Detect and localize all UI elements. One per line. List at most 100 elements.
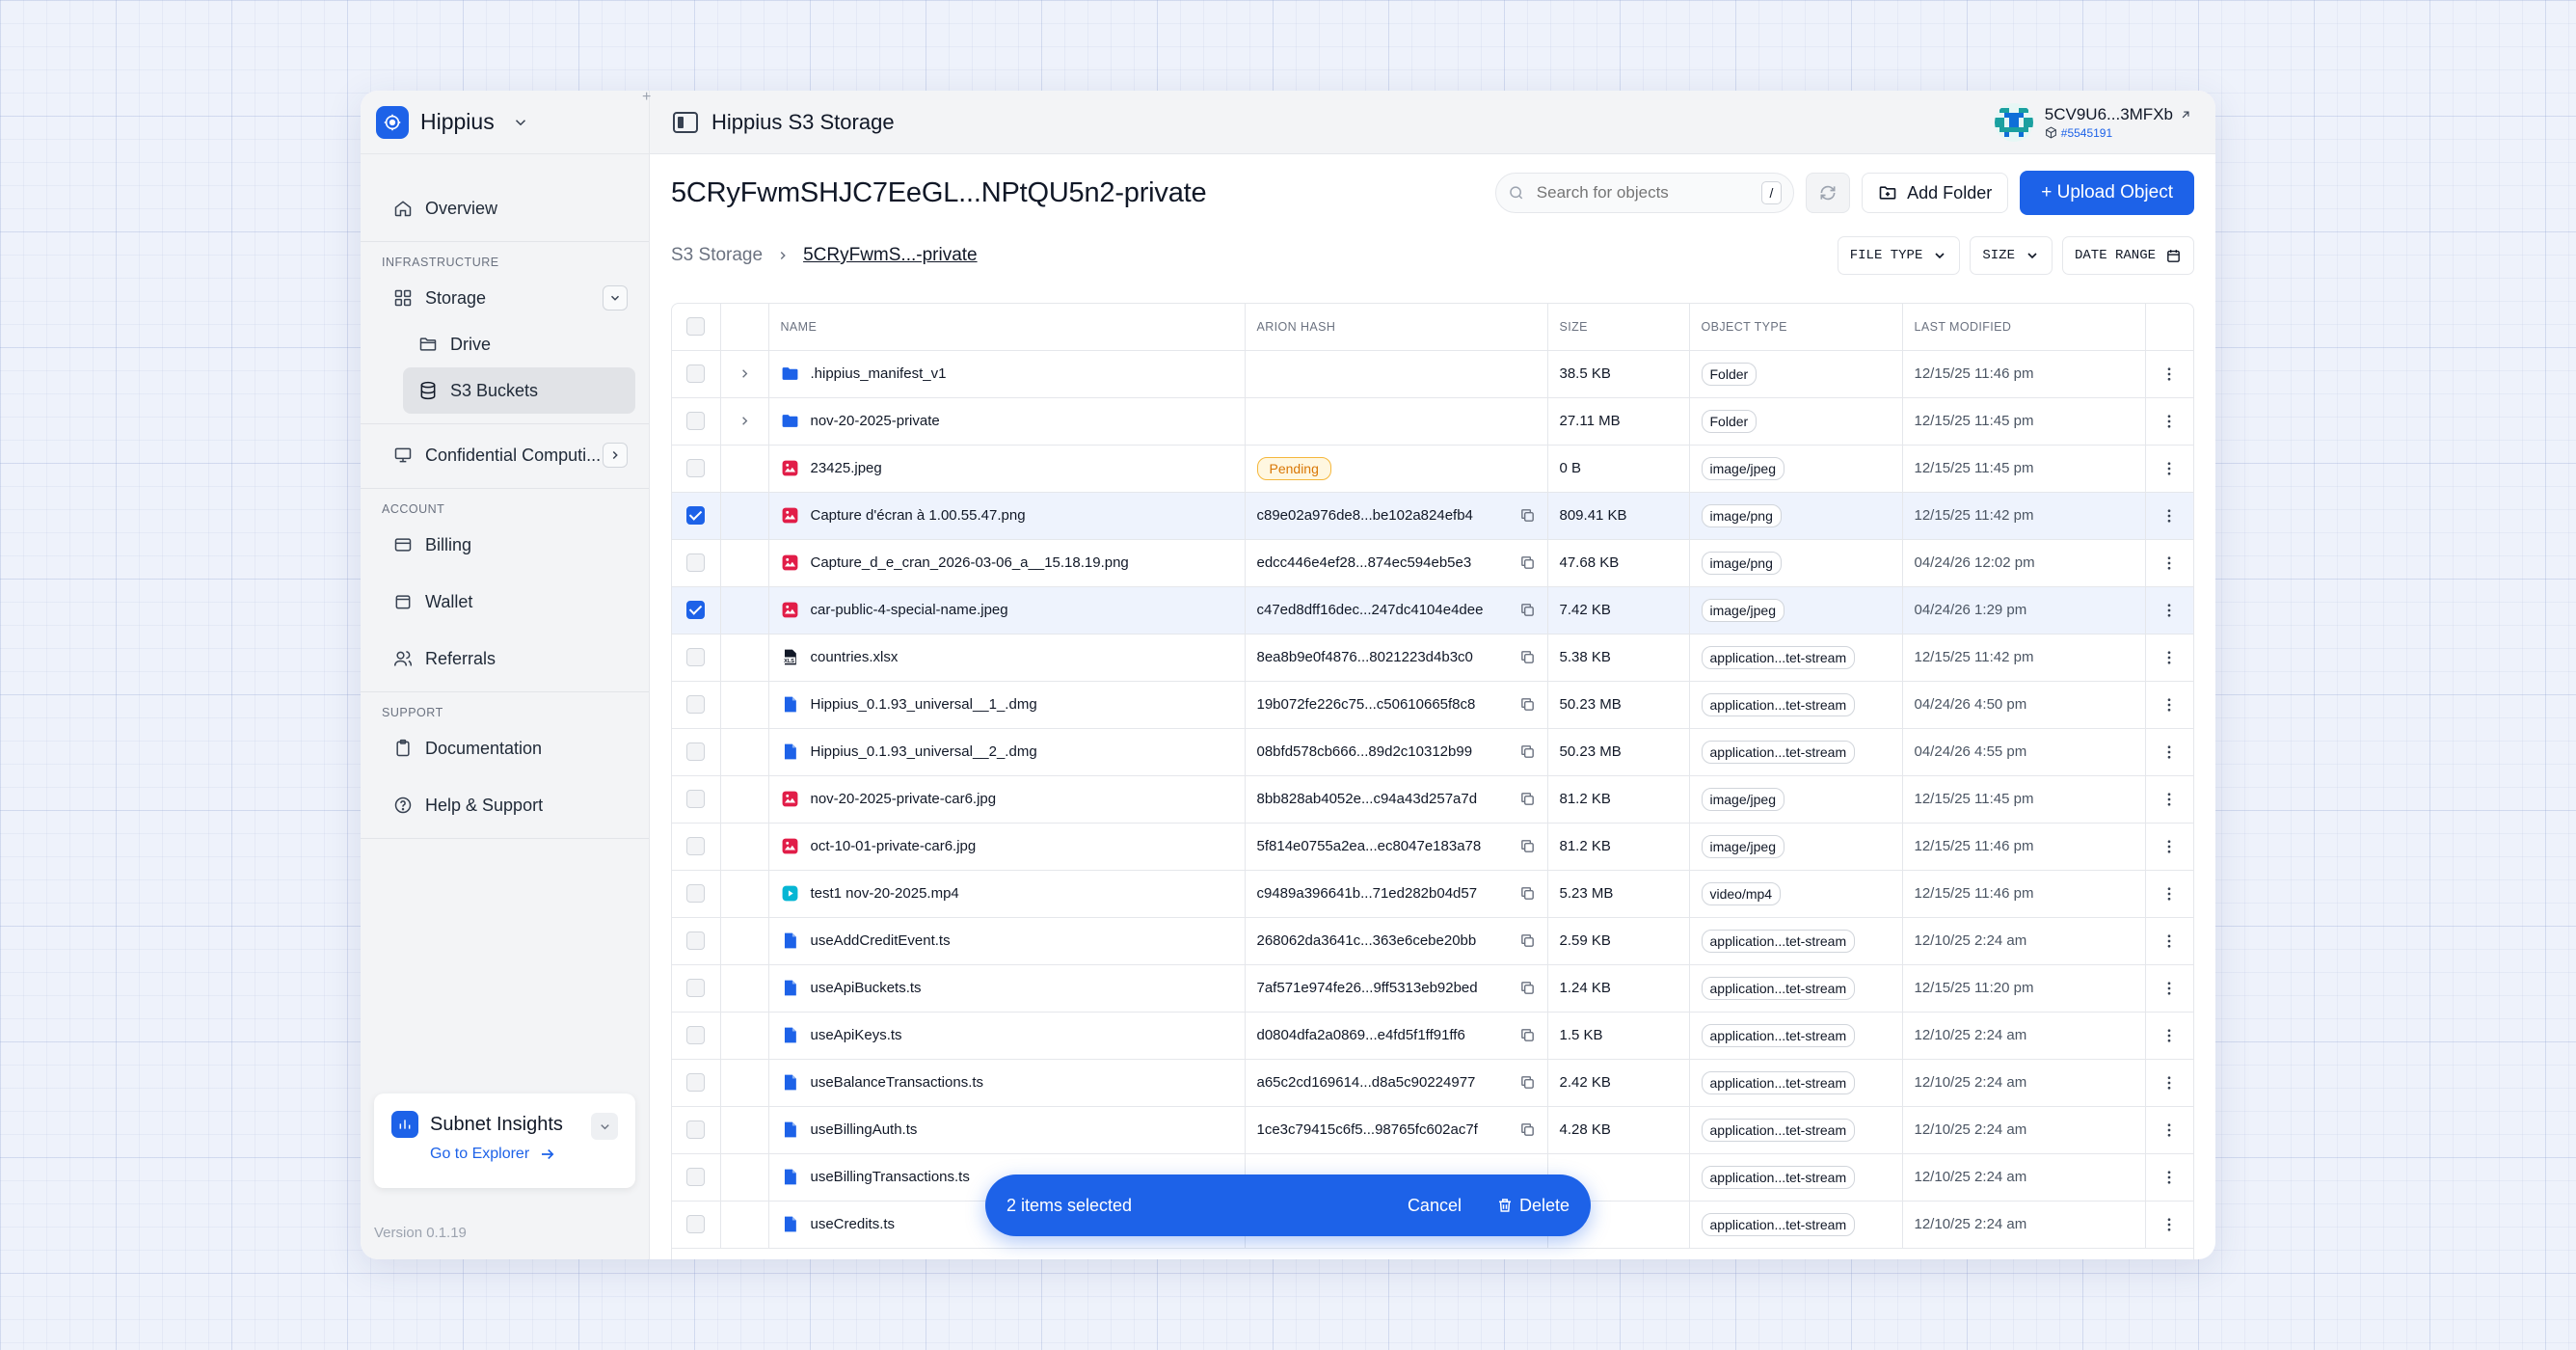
breadcrumb-root[interactable]: S3 Storage (671, 245, 763, 266)
table-row[interactable]: useBalanceTransactions.ts a65c2cd169614..… (672, 1059, 2193, 1107)
more-vertical-icon[interactable] (2160, 885, 2178, 903)
more-vertical-icon[interactable] (2160, 554, 2178, 572)
file-name[interactable]: useBalanceTransactions.ts (811, 1074, 984, 1091)
upload-object-button[interactable]: + Upload Object (2020, 171, 2194, 215)
row-checkbox[interactable] (686, 1073, 706, 1092)
more-vertical-icon[interactable] (2160, 365, 2178, 383)
more-vertical-icon[interactable] (2160, 413, 2178, 430)
sidebar-item-billing[interactable]: Billing (374, 522, 635, 568)
more-vertical-icon[interactable] (2160, 1216, 2178, 1233)
copy-icon[interactable] (1519, 507, 1536, 524)
file-name[interactable]: 23425.jpeg (811, 460, 882, 476)
copy-icon[interactable] (1519, 602, 1536, 618)
column-header-object-type[interactable]: OBJECT TYPE (1689, 304, 1903, 351)
copy-icon[interactable] (1519, 791, 1536, 807)
brand-switcher[interactable]: Hippius (361, 91, 649, 154)
table-row[interactable]: Hippius_0.1.93_universal__2_.dmg 08bfd578… (672, 728, 2193, 776)
select-all-checkbox[interactable] (686, 317, 706, 337)
copy-icon[interactable] (1519, 838, 1536, 854)
more-vertical-icon[interactable] (2160, 602, 2178, 619)
table-row[interactable]: Hippius_0.1.93_universal__1_.dmg 19b072fe… (672, 681, 2193, 729)
column-header-name[interactable]: NAME (768, 304, 1246, 351)
copy-icon[interactable] (1519, 932, 1536, 949)
file-name[interactable]: useAddCreditEvent.ts (811, 932, 951, 949)
row-checkbox[interactable] (686, 601, 706, 619)
file-type-filter[interactable]: FILE TYPE (1837, 236, 1961, 275)
more-vertical-icon[interactable] (2160, 980, 2178, 997)
sidebar-item-wallet[interactable]: Wallet (374, 579, 635, 625)
more-vertical-icon[interactable] (2160, 838, 2178, 855)
sidebar-item-confidential-computing[interactable]: Confidential Computi... (374, 432, 635, 478)
search-input[interactable] (1536, 183, 1750, 202)
copy-icon[interactable] (1519, 1121, 1536, 1138)
file-name[interactable]: Capture d'écran à 1.00.55.47.png (811, 507, 1026, 524)
copy-icon[interactable] (1519, 649, 1536, 665)
more-vertical-icon[interactable] (2160, 649, 2178, 666)
row-checkbox[interactable] (686, 695, 706, 714)
table-row[interactable]: Capture_d_e_cran_2026-03-06_a__15.18.19.… (672, 539, 2193, 587)
row-checkbox[interactable] (686, 1168, 706, 1186)
file-name[interactable]: useApiKeys.ts (811, 1027, 902, 1043)
row-checkbox[interactable] (686, 648, 706, 666)
row-checkbox[interactable] (686, 1215, 706, 1233)
more-vertical-icon[interactable] (2160, 1121, 2178, 1139)
date-range-filter[interactable]: DATE RANGE (2061, 236, 2194, 275)
row-checkbox[interactable] (686, 837, 706, 855)
column-header-last-modified[interactable]: LAST MODIFIED (1902, 304, 2146, 351)
file-name[interactable]: useCredits.ts (811, 1216, 896, 1232)
table-row[interactable]: nov-20-2025-private-car6.jpg 8bb828ab4052… (672, 775, 2193, 824)
copy-icon[interactable] (1519, 743, 1536, 760)
copy-icon[interactable] (1519, 980, 1536, 996)
more-vertical-icon[interactable] (2160, 743, 2178, 761)
delete-selected-button[interactable]: Delete (1496, 1196, 1570, 1216)
table-row[interactable]: XLS countries.xlsx 8ea8b9e0f4876...8021223… (672, 634, 2193, 682)
more-vertical-icon[interactable] (2160, 1027, 2178, 1044)
more-vertical-icon[interactable] (2160, 696, 2178, 714)
confidential-expand-button[interactable] (603, 443, 628, 468)
row-checkbox[interactable] (686, 742, 706, 761)
copy-icon[interactable] (1519, 696, 1536, 713)
more-vertical-icon[interactable] (2160, 460, 2178, 477)
add-folder-button[interactable]: Add Folder (1862, 173, 2009, 213)
more-vertical-icon[interactable] (2160, 1169, 2178, 1186)
row-checkbox[interactable] (686, 1120, 706, 1139)
table-row[interactable]: nov-20-2025-private 27.11 MB Folder 12/15/2… (672, 397, 2193, 446)
table-row[interactable]: car-public-4-special-name.jpeg c47ed8dff1… (672, 586, 2193, 634)
sidebar-item-referrals[interactable]: Referrals (374, 635, 635, 682)
table-row[interactable]: test1 nov-20-2025.mp4 c9489a396641b...71e… (672, 870, 2193, 918)
copy-icon[interactable] (1519, 1027, 1536, 1043)
row-checkbox[interactable] (686, 932, 706, 950)
go-to-explorer-link[interactable]: Go to Explorer (430, 1146, 618, 1163)
file-name[interactable]: countries.xlsx (811, 649, 899, 665)
copy-icon[interactable] (1519, 554, 1536, 571)
file-name[interactable]: Hippius_0.1.93_universal__2_.dmg (811, 743, 1037, 760)
size-filter[interactable]: SIZE (1970, 236, 2053, 275)
file-name[interactable]: useBillingAuth.ts (811, 1121, 918, 1138)
table-row[interactable]: useBillingAuth.ts 1ce3c79415c6f5...98765f… (672, 1106, 2193, 1154)
more-vertical-icon[interactable] (2160, 791, 2178, 808)
sidebar-item-help-support[interactable]: Help & Support (374, 782, 635, 828)
search-box[interactable]: / (1495, 173, 1795, 213)
chevron-right-icon[interactable] (738, 414, 752, 428)
copy-icon[interactable] (1519, 885, 1536, 902)
row-checkbox[interactable] (686, 1026, 706, 1044)
row-checkbox[interactable] (686, 412, 706, 430)
breadcrumb-current[interactable]: 5CRyFwmS...-private (803, 245, 978, 266)
row-checkbox[interactable] (686, 554, 706, 572)
row-checkbox[interactable] (686, 506, 706, 525)
file-name[interactable]: test1 nov-20-2025.mp4 (811, 885, 959, 902)
cancel-selection-button[interactable]: Cancel (1408, 1196, 1462, 1216)
file-name[interactable]: useBillingTransactions.ts (811, 1169, 970, 1185)
row-checkbox[interactable] (686, 979, 706, 997)
sidebar-item-documentation[interactable]: Documentation (374, 725, 635, 771)
file-name[interactable]: useApiBuckets.ts (811, 980, 922, 996)
row-checkbox[interactable] (686, 790, 706, 808)
file-name[interactable]: Capture_d_e_cran_2026-03-06_a__15.18.19.… (811, 554, 1129, 571)
more-vertical-icon[interactable] (2160, 1074, 2178, 1092)
sidebar-item-drive[interactable]: Drive (403, 321, 635, 367)
file-name[interactable]: .hippius_manifest_v1 (811, 365, 947, 382)
column-header-size[interactable]: SIZE (1547, 304, 1690, 351)
chevron-right-icon[interactable] (738, 366, 752, 381)
file-name[interactable]: nov-20-2025-private (811, 413, 940, 429)
refresh-button[interactable] (1806, 173, 1851, 213)
